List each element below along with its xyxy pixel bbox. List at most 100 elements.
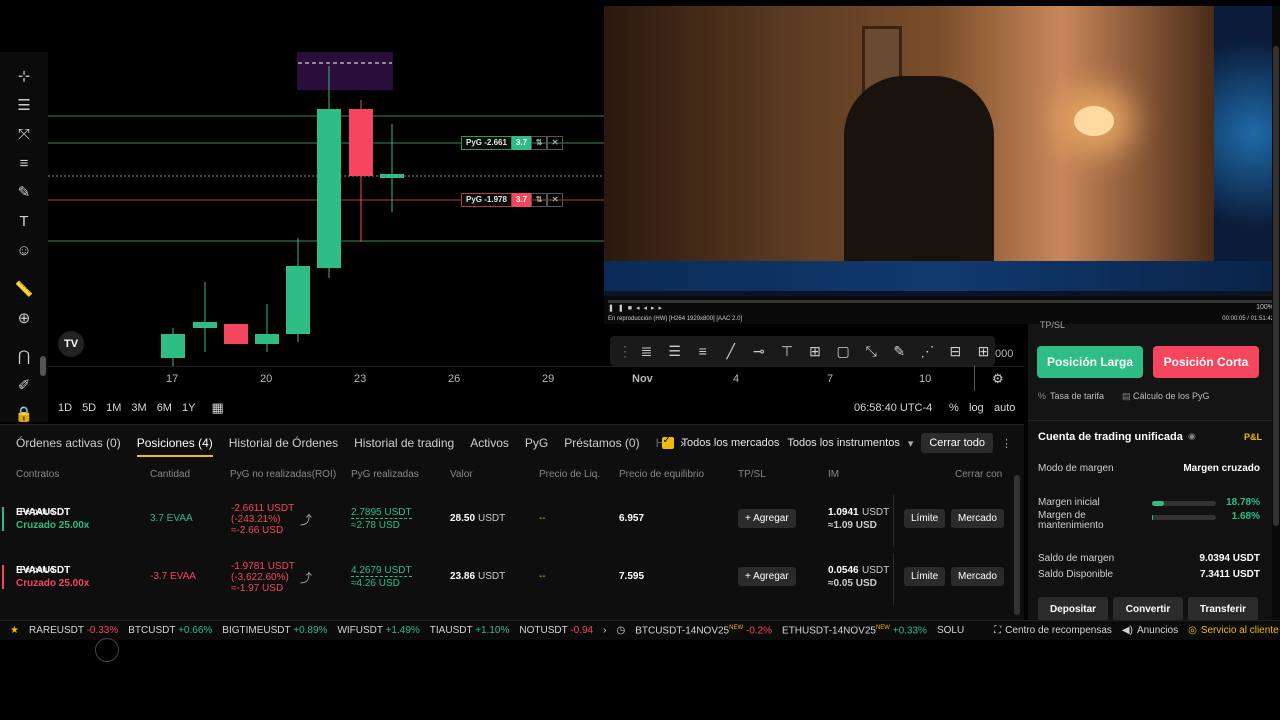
fee-rate-link[interactable]: Tasa de tarifa [1050, 391, 1104, 401]
star-icon[interactable]: ★ [10, 625, 19, 636]
eye-icon[interactable]: ◉ [1188, 431, 1196, 442]
margin-mode-row[interactable]: Modo de margen Margen cruzado [1038, 463, 1260, 474]
chevron-right-icon[interactable]: › [603, 625, 606, 636]
reverse-icon[interactable]: ⇅ [531, 136, 548, 150]
rewards-link[interactable]: Centro de recompensas [1005, 625, 1112, 636]
add-tpsl-button[interactable]: + Agregar [738, 509, 796, 528]
all-markets-label[interactable]: Todos los mercados [682, 437, 780, 449]
reverse-icon[interactable]: ⇅ [531, 193, 548, 207]
tab-active-orders[interactable]: Órdenes activas (0) [16, 425, 121, 461]
fan-icon[interactable]: ⋰ [916, 339, 939, 363]
page-scrollbar[interactable] [1272, 6, 1280, 620]
tab-positions[interactable]: Posiciones (4) [136, 425, 213, 461]
timeframe-1d[interactable]: 1D [58, 402, 72, 414]
pyg-tag-short[interactable]: PyG -1.978 3.7 ⇅ ✕ [461, 193, 564, 207]
table-row[interactable]: EVAAUSDT Perpetuo Cruzado 25.00x 3.7 EVAA… [0, 495, 1024, 547]
text-icon[interactable]: T [10, 209, 38, 233]
all-markets-checkbox[interactable] [661, 435, 674, 449]
close-limit-button[interactable]: Límite [904, 567, 946, 586]
drag-handle-icon[interactable]: ⋮ [618, 339, 632, 363]
close-market-button[interactable]: Mercado [951, 509, 1004, 528]
brush-icon[interactable]: ✎ [888, 339, 911, 363]
gann-box-icon[interactable]: ⊟ [944, 339, 967, 363]
close-market-button[interactable]: Mercado [951, 567, 1004, 586]
tab-order-history[interactable]: Historial de Órdenes [229, 425, 338, 461]
tpsl-checkbox-label[interactable]: TP/SL [1040, 320, 1065, 330]
magnet-icon[interactable]: ⋂ [10, 344, 38, 368]
announcements-link[interactable]: Anuncios [1137, 625, 1178, 636]
instruments-select[interactable]: Todos los instrumentos [787, 437, 900, 449]
price-range-icon[interactable]: ⊤ [775, 339, 798, 363]
parallel-channel-icon[interactable]: ≡ [691, 339, 714, 363]
ticker-item[interactable]: RAREUSDT -0.33% [29, 625, 118, 636]
ruler-icon[interactable]: 📏 [10, 277, 38, 301]
pyg-tag-long[interactable]: PyG -2.661 3.7 ⇅ ✕ [461, 136, 564, 150]
toolbar-scroll-handle[interactable] [40, 356, 46, 376]
fib-extension-icon[interactable]: ☰ [663, 339, 686, 363]
close-all-button[interactable]: Cerrar todo [921, 433, 993, 453]
close-icon[interactable]: ✕ [547, 193, 564, 207]
support-link[interactable]: Servicio al cliente [1201, 625, 1279, 636]
ticker-item[interactable]: BTCUSDT-14NOV25NEW -0.2% [635, 625, 772, 636]
edit-pencil-icon[interactable]: ✐ [10, 373, 38, 397]
transfer-button[interactable]: Transferir [1188, 597, 1258, 621]
ticker-item[interactable]: WIFUSDT +1.49% [337, 625, 419, 636]
tab-pnl[interactable]: PyG [525, 425, 548, 461]
timeframe-6m[interactable]: 6M [157, 402, 172, 414]
open-short-button[interactable]: Posición Corta [1153, 346, 1259, 378]
video-progress-bar[interactable] [608, 300, 1276, 303]
horizontal-ray-icon[interactable]: ⊸ [747, 339, 770, 363]
share-icon[interactable]: ⤴ [300, 511, 312, 528]
ticker-item[interactable]: TIAUSDT +1.10% [430, 625, 510, 636]
percent-toggle[interactable]: % [949, 402, 959, 414]
page-scrollbar-thumb[interactable] [1273, 46, 1279, 526]
ticker-item[interactable]: SOLU [937, 625, 964, 636]
horizontal-lines-icon[interactable]: ☰ [10, 93, 38, 117]
table-row[interactable]: EVAAUSDT Perpetuo Cruzado 25.00x -3.7 EVA… [0, 553, 1024, 605]
candlestick-chart[interactable] [0, 52, 605, 366]
settings-gear-icon[interactable]: ⚙ [992, 371, 1004, 387]
video-player[interactable]: ❚❚■◂◂▸▸ 100% En reproducción (HW) [H264 … [604, 6, 1280, 324]
timeframe-1m[interactable]: 1M [106, 402, 121, 414]
log-toggle[interactable]: log [969, 402, 984, 414]
tab-trade-history[interactable]: Historial de trading [354, 425, 454, 461]
fib-retracement-icon[interactable]: ≣ [635, 339, 658, 363]
ticker-item[interactable]: BIGTIMEUSDT +0.89% [222, 625, 327, 636]
timeframe-3m[interactable]: 3M [131, 402, 146, 414]
ticker-item[interactable]: BTCUSDT +0.66% [128, 625, 212, 636]
pattern-icon[interactable]: ⤧ [10, 122, 38, 146]
deposit-button[interactable]: Depositar [1038, 597, 1108, 621]
convert-button[interactable]: Convertir [1113, 597, 1183, 621]
trend-line-icon[interactable]: ╱ [719, 339, 742, 363]
ticker-item[interactable]: NOTUSDT -0.94 [519, 625, 593, 636]
margin-mode-value[interactable]: Margen cruzado [1183, 463, 1260, 474]
grid-icon[interactable]: ⊞ [803, 339, 826, 363]
pnl-link[interactable]: P&L [1244, 432, 1262, 442]
close-icon[interactable]: ✕ [547, 136, 564, 150]
auto-toggle[interactable]: auto [994, 402, 1015, 414]
chevron-down-icon[interactable]: ▾ [908, 437, 914, 450]
cursor-cross-icon[interactable]: ⊹ [10, 64, 38, 88]
price-chart[interactable]: PyG -2.661 3.7 ⇅ ✕ PyG -1.978 3.7 ⇅ ✕ TV [0, 52, 605, 392]
timeframe-1y[interactable]: 1Y [182, 402, 195, 414]
open-long-button[interactable]: Posición Larga [1037, 346, 1143, 378]
tab-assets[interactable]: Activos [470, 425, 509, 461]
ticker-item[interactable]: ETHUSDT-14NOV25NEW +0.33% [782, 625, 927, 636]
parallel-lines-icon[interactable]: ≡ [10, 151, 38, 175]
playback-buttons[interactable]: ❚❚■◂◂▸▸ [608, 304, 666, 312]
date-range-icon[interactable]: ▦ [211, 400, 223, 416]
tradingview-logo[interactable]: TV [58, 331, 84, 357]
close-limit-button[interactable]: Límite [904, 509, 946, 528]
positions-scrollbar[interactable] [1014, 475, 1020, 615]
share-icon[interactable]: ⤴ [300, 569, 312, 586]
time-axis[interactable]: 17 20 23 26 29 Nov 4 7 10 ⚙ [48, 365, 1024, 392]
more-options-icon[interactable]: ⋮ [1001, 437, 1012, 450]
rectangle-icon[interactable]: ▢ [832, 339, 855, 363]
timeframe-5d[interactable]: 5D [82, 402, 96, 414]
lock-icon[interactable]: 🔒 [10, 402, 38, 426]
pnl-calculator-link[interactable]: Cálculo de los PyG [1133, 391, 1210, 401]
crosshair-box-icon[interactable]: ⊞ [972, 339, 995, 363]
path-icon[interactable]: ⤡ [860, 339, 883, 363]
brush-icon[interactable]: ✎ [10, 180, 38, 204]
tab-loans[interactable]: Préstamos (0) [564, 425, 639, 461]
